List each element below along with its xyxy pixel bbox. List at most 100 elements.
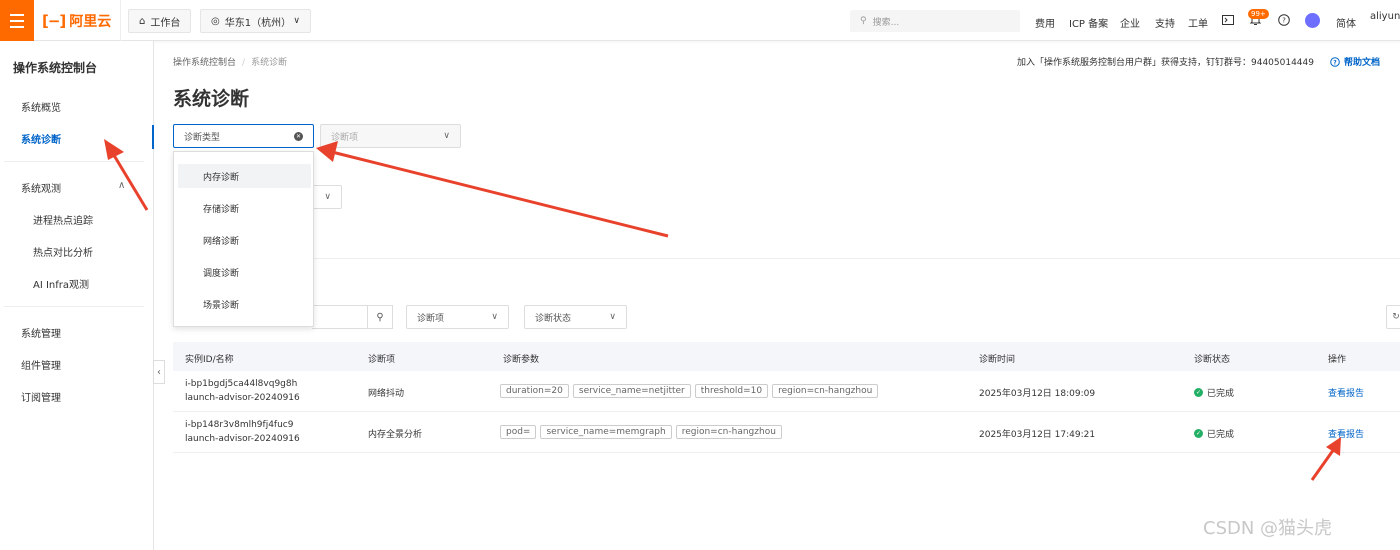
list-status-filter[interactable]: 诊断状态 ∨ xyxy=(524,305,627,329)
sidebar-title: 操作系统控制台 xyxy=(13,61,98,75)
help-docs-link[interactable]: ? 帮助文档 xyxy=(1330,55,1380,68)
option-network[interactable]: 网络诊断 xyxy=(178,228,311,252)
chevron-down-icon: ∨ xyxy=(609,312,616,322)
sidebar-item-overview[interactable]: 系统概览 xyxy=(21,99,61,114)
option-schedule[interactable]: 调度诊断 xyxy=(178,260,311,284)
sidebar-item-system-mgmt[interactable]: 系统管理 xyxy=(21,325,61,340)
instance-name: launch-advisor-20240916 xyxy=(185,434,300,444)
help-icon[interactable]: ? xyxy=(1277,13,1291,27)
diagnosis-type-select[interactable]: 诊断类型 ✕ xyxy=(173,124,314,148)
watermark: CSDN @猫头虎 xyxy=(1203,518,1333,539)
param-tag: service_name=memgraph xyxy=(540,425,672,439)
chevron-down-icon: ∨ xyxy=(491,312,498,322)
divider xyxy=(4,306,144,307)
svg-text:?: ? xyxy=(1333,59,1337,66)
aliyun-logo[interactable]: [−] 阿里云 xyxy=(42,11,111,31)
diagnosis-type-dropdown: 内存诊断 存储诊断 网络诊断 调度诊断 场景诊断 xyxy=(173,151,314,327)
sidebar-item-hotspot-compare[interactable]: 热点对比分析 xyxy=(33,244,93,259)
nav-billing[interactable]: 费用 xyxy=(1035,15,1055,30)
assistant-icon[interactable] xyxy=(1305,13,1320,28)
instance-id[interactable]: i-bp148r3v8mlh9fj4fuc9 xyxy=(185,418,300,432)
column-header: 诊断状态 xyxy=(1194,355,1231,365)
language-switch[interactable]: 简体 xyxy=(1336,15,1356,30)
collapse-sidebar-chevron-left-icon[interactable]: ‹ xyxy=(153,360,165,384)
sidebar: 操作系统控制台 系统概览 系统诊断 系统观测 ∧ 进程热点追踪 热点对比分析 A… xyxy=(0,41,154,550)
nav-ticket[interactable]: 工单 xyxy=(1188,15,1208,30)
workbench-button[interactable]: ⌂ 工作台 xyxy=(128,9,192,33)
divider xyxy=(120,0,121,41)
option-scenario[interactable]: 场景诊断 xyxy=(178,292,311,316)
params-cell: duration=20 service_name=netjitter thresho… xyxy=(500,384,882,398)
global-search-input[interactable]: ⚲ 搜索... xyxy=(850,10,1020,32)
active-indicator xyxy=(152,125,154,149)
location-icon: ◎ xyxy=(211,15,220,27)
column-header: 诊断参数 xyxy=(503,355,540,365)
param-tag: duration=20 xyxy=(500,384,569,398)
column-header: 诊断时间 xyxy=(979,355,1016,365)
params-cell: pod= service_name=memgraph region=cn-hangz… xyxy=(500,425,786,439)
param-tag: pod= xyxy=(500,425,537,439)
nav-support[interactable]: 支持 xyxy=(1155,15,1175,30)
terminal-icon[interactable] xyxy=(1221,13,1235,27)
top-bar: [−] 阿里云 ⌂ 工作台 ◎ 华东1（杭州） ∨ ⚲ 搜索... 费用 ICP… xyxy=(0,0,1400,41)
column-header: 诊断项 xyxy=(368,355,396,365)
region-selector[interactable]: ◎ 华东1（杭州） ∨ xyxy=(200,9,311,33)
instance-cell: i-bp1bgdj5ca44l8vq9g8h launch-advisor-20… xyxy=(185,377,300,405)
help-circle-icon: ? xyxy=(1330,56,1340,67)
status-badge: ✓ 已完成 xyxy=(1194,429,1235,440)
table-row: i-bp1bgdj5ca44l8vq9g8h launch-advisor-20… xyxy=(173,371,1400,412)
sidebar-item-subscription-mgmt[interactable]: 订阅管理 xyxy=(21,389,61,404)
arrow-to-type-select-icon xyxy=(316,141,669,238)
chevron-up-icon[interactable]: ∧ xyxy=(118,180,125,191)
check-circle-icon: ✓ xyxy=(1194,388,1203,397)
divider xyxy=(173,258,1400,259)
diagnosis-time: 2025年03月12日 17:49:21 xyxy=(979,430,1096,440)
page-title: 系统诊断 xyxy=(173,88,250,110)
view-report-link[interactable]: 查看报告 xyxy=(1328,386,1364,399)
view-report-link[interactable]: 查看报告 xyxy=(1328,427,1364,440)
refresh-icon[interactable]: ↻ xyxy=(1386,305,1400,329)
param-tag: service_name=netjitter xyxy=(572,384,691,398)
nav-enterprise[interactable]: 企业 xyxy=(1120,15,1140,30)
home-icon: ⌂ xyxy=(139,15,146,27)
diagnosis-item: 网络抖动 xyxy=(368,389,405,399)
hamburger-menu-icon[interactable] xyxy=(0,0,34,41)
chevron-down-icon: ∨ xyxy=(324,192,331,202)
list-item-filter[interactable]: 诊断项 ∨ xyxy=(406,305,509,329)
notification-badge: 99+ xyxy=(1248,9,1269,19)
instance-cell: i-bp148r3v8mlh9fj4fuc9 launch-advisor-20… xyxy=(185,418,300,446)
chevron-down-icon: ∨ xyxy=(293,16,300,26)
user-account[interactable]: aliyun6 xyxy=(1370,11,1400,22)
nav-icp[interactable]: ICP 备案 xyxy=(1069,15,1108,30)
breadcrumb-current: 系统诊断 xyxy=(251,58,288,68)
breadcrumb-item[interactable]: 操作系统控制台 xyxy=(173,58,236,68)
sidebar-item-diagnosis[interactable]: 系统诊断 xyxy=(21,131,61,146)
param-tag: region=cn-hangzhou xyxy=(675,425,782,439)
diagnosis-item: 内存全景分析 xyxy=(368,430,423,440)
diagnosis-item-select[interactable]: 诊断项 ∨ xyxy=(320,124,461,148)
diagnosis-time: 2025年03月12日 18:09:09 xyxy=(979,389,1096,399)
option-storage[interactable]: 存储诊断 xyxy=(178,196,311,220)
column-header: 操作 xyxy=(1328,355,1347,365)
breadcrumb: 操作系统控制台 / 系统诊断 xyxy=(173,58,288,68)
table-header: 实例ID/名称 诊断项 诊断参数 诊断时间 诊断状态 操作 xyxy=(173,342,1400,371)
instance-name: launch-advisor-20240916 xyxy=(185,393,300,403)
sidebar-item-hotspot-trace[interactable]: 进程热点追踪 xyxy=(33,212,93,227)
column-header: 实例ID/名称 xyxy=(185,355,234,365)
instance-search-input[interactable] xyxy=(312,305,368,329)
instance-id[interactable]: i-bp1bgdj5ca44l8vq9g8h xyxy=(185,377,300,391)
chevron-down-icon: ∨ xyxy=(443,131,450,141)
support-notice: 加入「操作系统服务控制台用户群」获得支持，钉钉群号：94405014449 xyxy=(1017,58,1314,68)
table-row: i-bp148r3v8mlh9fj4fuc9 launch-advisor-20… xyxy=(173,412,1400,453)
sidebar-item-component-mgmt[interactable]: 组件管理 xyxy=(21,357,61,372)
param-tag: threshold=10 xyxy=(694,384,769,398)
param-tag: region=cn-hangzhou xyxy=(772,384,879,398)
status-badge: ✓ 已完成 xyxy=(1194,388,1235,399)
sidebar-item-ai-infra[interactable]: AI Infra观测 xyxy=(33,276,89,291)
search-icon[interactable]: ⚲ xyxy=(367,305,393,329)
svg-text:?: ? xyxy=(1282,17,1286,25)
search-icon: ⚲ xyxy=(860,16,867,26)
option-memory[interactable]: 内存诊断 xyxy=(178,164,311,188)
sidebar-item-observe[interactable]: 系统观测 xyxy=(21,180,61,195)
clear-icon[interactable]: ✕ xyxy=(294,131,303,141)
